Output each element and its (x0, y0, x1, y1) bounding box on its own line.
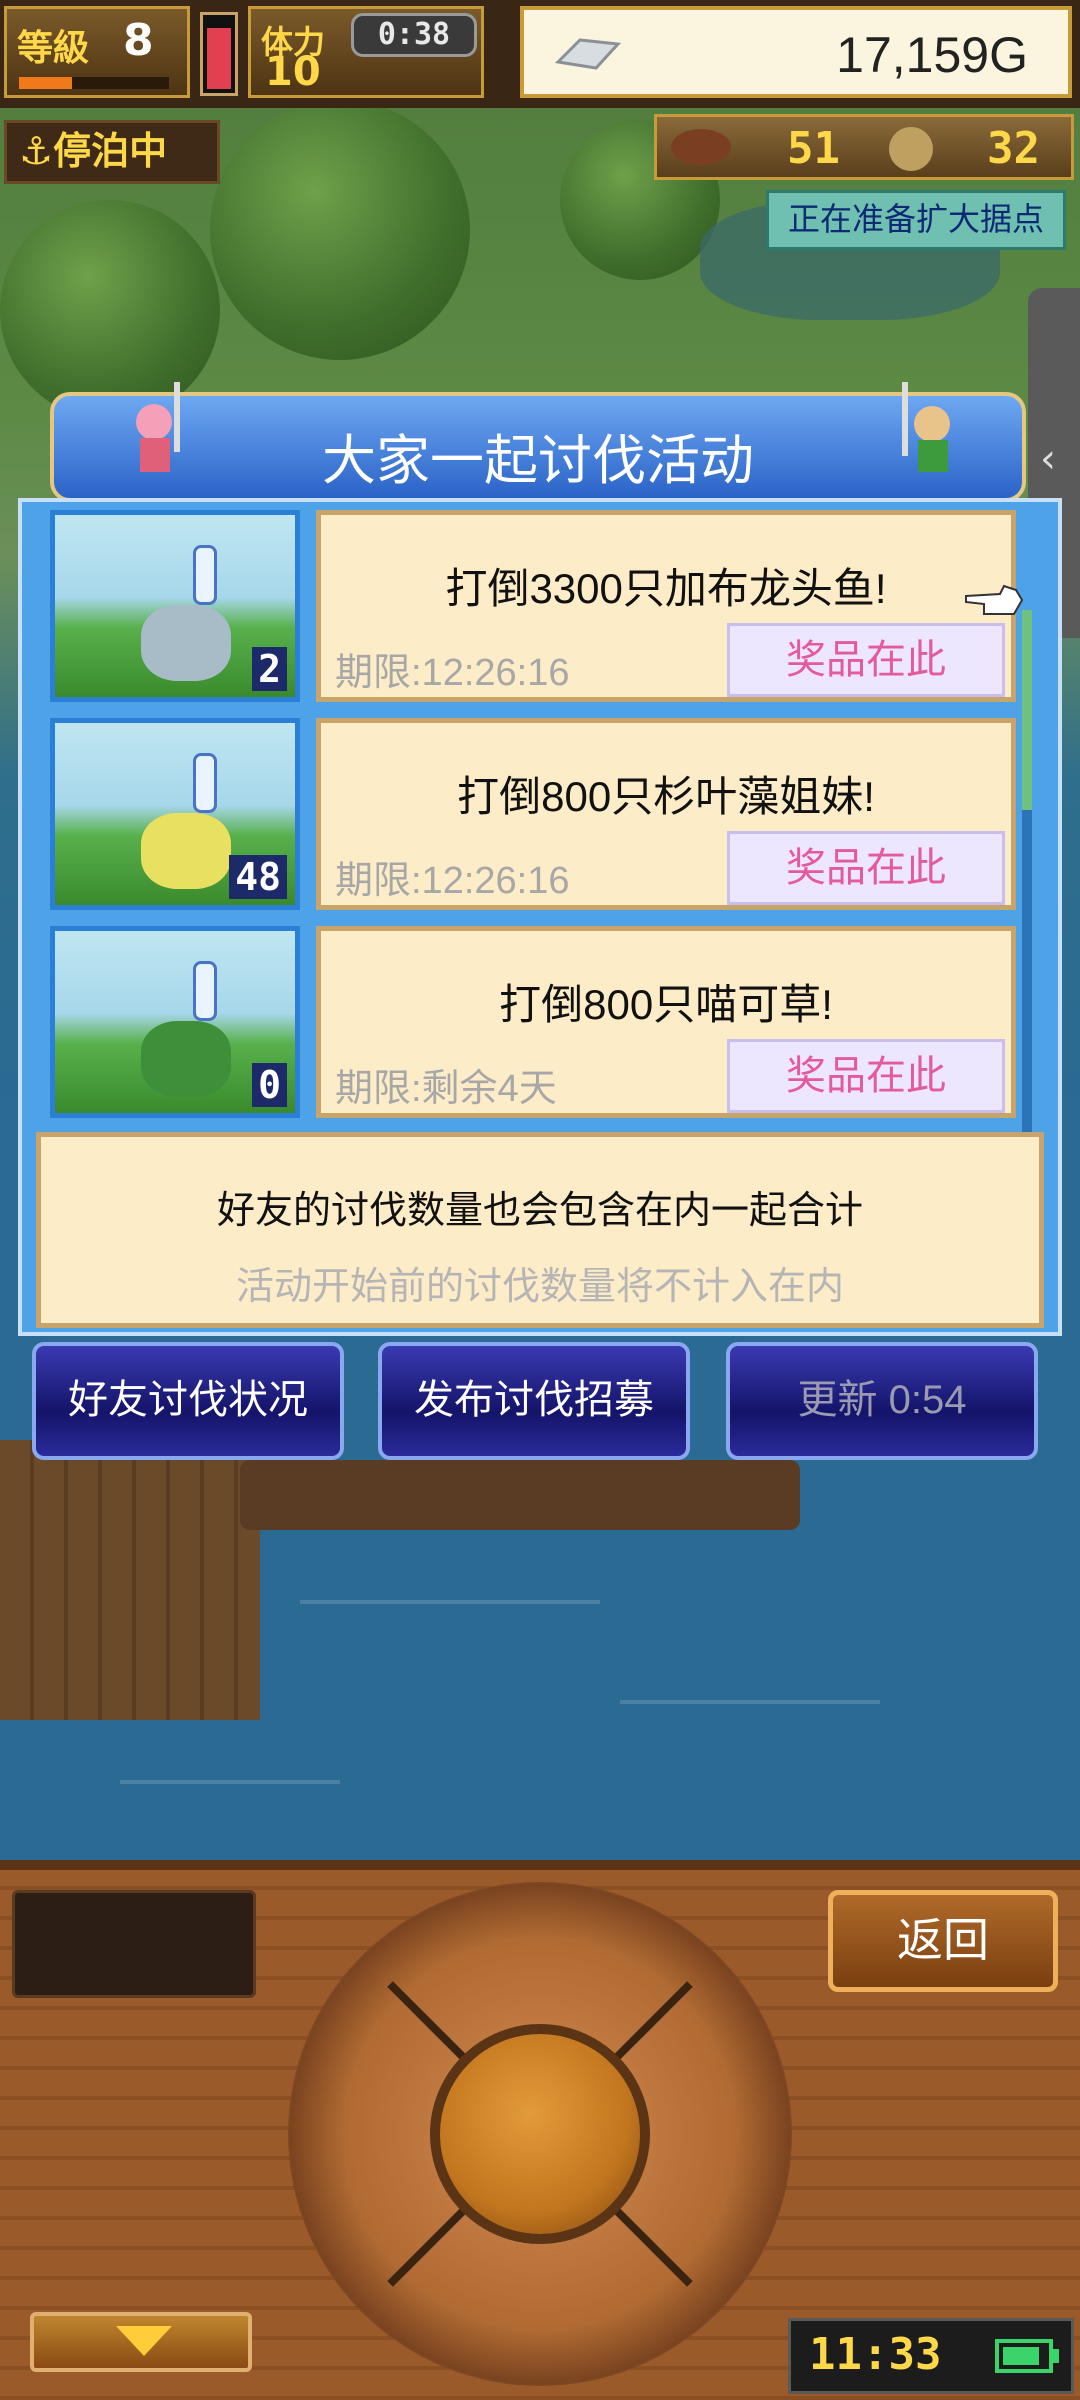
mission-card[interactable]: 打倒800只杉叶藻姐妹! 期限:12:26:16 奖品在此 (316, 718, 1016, 910)
mission-deadline: 期限:剩余4天 (335, 1068, 557, 1110)
reward-button[interactable]: 奖品在此 (727, 831, 1005, 905)
mission-title: 打倒800只杉叶藻姐妹! (457, 773, 875, 820)
mission-card[interactable]: 打倒3300只加布龙头鱼! 期限:12:26:16 奖品在此 (316, 510, 1016, 702)
hand-pointer-icon (965, 584, 1024, 615)
battery-tip (1053, 2349, 1059, 2363)
mission-title: 打倒800只喵可草! (499, 981, 833, 1028)
panel-edge (0, 1860, 1080, 1870)
refresh-button[interactable]: 更新 0:54 (726, 1342, 1038, 1460)
fish-monster-icon (141, 605, 231, 681)
grass-monster-icon (141, 1021, 231, 1097)
info-line-2: 活动开始前的讨伐数量将不计入在内 (235, 1266, 844, 1308)
wave (120, 1780, 340, 1784)
level-progress-bar (19, 77, 169, 89)
mission-deadline: 期限:12:26:16 (335, 652, 570, 694)
expand-base-note[interactable]: 正在准备扩大据点 (766, 190, 1066, 250)
chevron-left-icon: ‹ (1040, 436, 1056, 482)
mission-count: 2 (252, 647, 287, 691)
stamina-value: 10 (265, 49, 321, 95)
reward-button[interactable]: 奖品在此 (727, 1039, 1005, 1113)
top-hud: 等級 8 体力 10 0:38 17,159G (0, 0, 1080, 108)
controller-panel: 返回 11:33 (0, 1860, 1080, 2400)
level-label: 等級 (17, 28, 90, 69)
stamina-panel: 体力 10 0:38 (248, 6, 484, 98)
exclamation-icon (193, 545, 217, 605)
level-value: 8 (123, 15, 154, 66)
wave (300, 1600, 600, 1604)
boat (240, 1460, 800, 1530)
mission-thumbnail: 48 (50, 718, 300, 910)
scrollbar-thumb[interactable] (1022, 610, 1032, 810)
resource-1-value: 51 (787, 123, 840, 174)
clock-time: 11:33 (809, 2329, 942, 2380)
mission-row[interactable]: 2 打倒3300只加布龙头鱼! 期限:12:26:16 奖品在此 (36, 502, 1016, 702)
level-panel: 等級 8 (4, 6, 190, 98)
dpad-center-button[interactable] (430, 2024, 650, 2244)
meat-icon (671, 129, 731, 165)
mission-card[interactable]: 打倒800只喵可草! 期限:剩余4天 奖品在此 (316, 926, 1016, 1118)
battery-icon (995, 2339, 1053, 2373)
mission-title: 打倒3300只加布龙头鱼! (445, 565, 887, 612)
mission-row[interactable]: 48 打倒800只杉叶藻姐妹! 期限:12:26:16 奖品在此 (36, 710, 1016, 910)
menu-down-button[interactable] (30, 2312, 252, 2372)
event-panel: 2 打倒3300只加布龙头鱼! 期限:12:26:16 奖品在此 48 打倒80… (18, 498, 1062, 1336)
stamina-meter (200, 12, 238, 96)
dpad[interactable] (288, 1882, 792, 2386)
friend-status-button[interactable]: 好友讨伐状况 (32, 1342, 344, 1460)
gold-panel: 17,159G (520, 6, 1072, 98)
mission-deadline: 期限:12:26:16 (335, 860, 570, 902)
mission-row[interactable]: 0 打倒800只喵可草! 期限:剩余4天 奖品在此 (36, 918, 1016, 1118)
docked-status: ⚓停泊中 (4, 120, 220, 184)
clock-panel: 11:33 (788, 2318, 1074, 2394)
seaweed-sister-icon (141, 813, 231, 889)
resource-panel: 51 32 (654, 114, 1074, 180)
stamina-timer: 0:38 (351, 13, 477, 57)
silver-bar-icon (554, 38, 622, 70)
mission-scrollbar[interactable] (1022, 610, 1032, 1220)
mission-count: 0 (252, 1063, 287, 1107)
empty-slot (12, 1890, 256, 1998)
resource-2-value: 32 (987, 123, 1040, 174)
tree (210, 100, 470, 360)
mission-count: 48 (229, 855, 287, 899)
wave (620, 1700, 880, 1704)
info-line-1: 好友的讨伐数量也会包含在内一起合计 (216, 1190, 863, 1232)
event-title: 大家一起讨伐活动 (322, 431, 754, 491)
mission-thumbnail: 2 (50, 510, 300, 702)
post-recruit-button[interactable]: 发布讨伐招募 (378, 1342, 690, 1460)
coin-icon (889, 127, 933, 171)
mission-thumbnail: 0 (50, 926, 300, 1118)
exclamation-icon (193, 753, 217, 813)
dock (0, 1440, 260, 1720)
down-arrow-icon (116, 2326, 172, 2356)
exclamation-icon (193, 961, 217, 1021)
back-button[interactable]: 返回 (828, 1890, 1058, 1992)
green-warrior-icon (902, 382, 950, 472)
reward-button[interactable]: 奖品在此 (727, 623, 1005, 697)
gold-value: 17,159G (836, 27, 1028, 83)
event-title-bar: 大家一起讨伐活动 (50, 382, 1026, 502)
info-box: 好友的讨伐数量也会包含在内一起合计 活动开始前的讨伐数量将不计入在内 (36, 1132, 1044, 1328)
